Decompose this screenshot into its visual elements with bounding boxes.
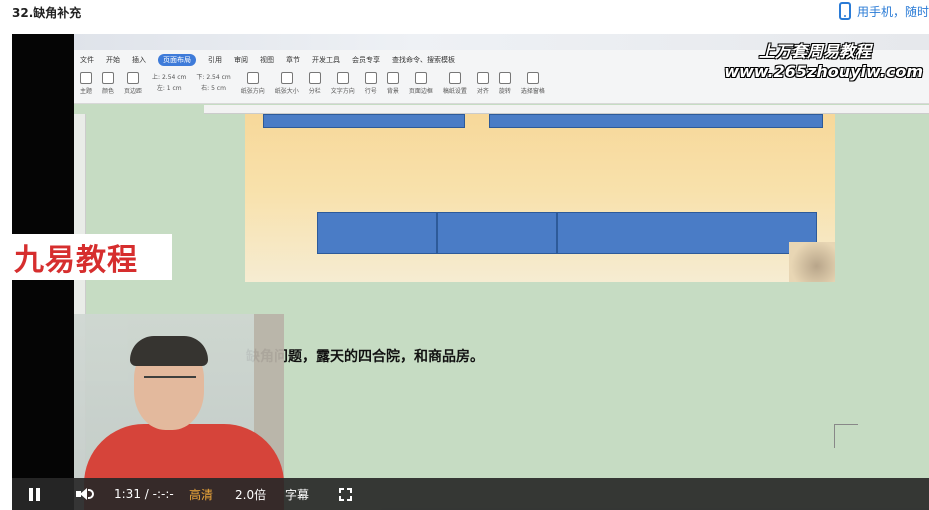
tool-columns: 分栏 — [308, 72, 321, 102]
tool-label: 旋转 — [498, 88, 511, 95]
tool-margin-values-2: 下: 2.54 cm 右: 5 cm — [196, 72, 230, 102]
tool-selection-pane: 选择窗格 — [521, 72, 545, 102]
subtitle-button[interactable]: 字幕 — [285, 478, 309, 510]
tool-size: 纸张大小 — [275, 72, 299, 102]
menu-section: 章节 — [286, 56, 300, 64]
logo-text: 九易教程 — [14, 243, 138, 278]
ribbon-menu: 文件 开始 插入 页面布局 引用 审阅 视图 章节 开发工具 会员专享 查找命令… — [80, 53, 455, 67]
menu-view: 视图 — [260, 56, 274, 64]
fullscreen-icon — [339, 487, 352, 501]
menu-references: 引用 — [208, 56, 222, 64]
tool-background: 背景 — [386, 72, 399, 102]
watermark-url: www.265zhouyiw.com — [724, 62, 923, 81]
speed-button[interactable]: 2.0倍 — [235, 478, 266, 510]
presenter-glasses — [144, 376, 196, 386]
menu-home: 开始 — [106, 56, 120, 64]
volume-button[interactable] — [76, 478, 94, 510]
line-number-icon — [364, 72, 377, 84]
orientation-icon — [246, 72, 259, 84]
tool-grid-paper: 稿纸设置 — [443, 72, 467, 102]
blue-block — [557, 212, 817, 254]
video-controls: 1:31 / -:-:- 高清 2.0倍 字幕 — [12, 478, 929, 510]
margin-left: 左: 1 cm — [156, 85, 182, 92]
grid-paper-icon — [448, 72, 461, 84]
text-direction-icon — [336, 72, 349, 84]
wps-ribbon: 文件 开始 插入 页面布局 引用 审阅 视图 章节 开发工具 会员专享 查找命令… — [74, 34, 929, 104]
tool-label: 对齐 — [476, 88, 489, 95]
ribbon-tools: 主题 颜色 页边距 上: 2.54 cm 左: 1 cm 下: 2.54 cm … — [80, 72, 545, 102]
background-icon — [386, 72, 399, 84]
tool-rotate: 旋转 — [498, 72, 511, 102]
columns-icon — [308, 72, 321, 84]
align-icon — [476, 72, 489, 84]
tool-label: 页边距 — [124, 88, 143, 95]
tool-orientation: 纸张方向 — [241, 72, 265, 102]
page-header: 32.缺角补充 用手机，随时 — [0, 0, 929, 34]
tool-label: 页面边框 — [408, 88, 433, 95]
tool-label: 纸张大小 — [274, 88, 299, 95]
watermark-title: 上万套周易教程 — [758, 42, 871, 61]
menu-insert: 插入 — [132, 56, 146, 64]
paper-size-icon — [280, 72, 293, 84]
blue-block — [317, 212, 437, 254]
menu-member: 会员专享 — [352, 56, 380, 64]
tool-label: 主题 — [80, 88, 93, 95]
tool-label: 颜色 — [102, 88, 115, 95]
logo-banner: 九易教程 — [12, 234, 172, 280]
menu-search: 查找命令、搜索模板 — [392, 56, 455, 64]
tool-margins: 页边距 — [124, 72, 142, 102]
menu-layout: 页面布局 — [158, 54, 196, 66]
tool-margin-values: 上: 2.54 cm 左: 1 cm — [152, 72, 186, 102]
tool-line-numbers: 行号 — [364, 72, 377, 102]
color-icon — [102, 72, 115, 84]
page-border-icon — [414, 72, 427, 84]
pause-button[interactable] — [29, 478, 40, 510]
tool-label: 文字方向 — [330, 88, 355, 95]
theme-icon — [80, 72, 92, 84]
tool-label: 行号 — [364, 88, 377, 95]
tool-text-direction: 文字方向 — [331, 72, 355, 102]
video-player[interactable]: 文件 开始 插入 页面布局 引用 审阅 视图 章节 开发工具 会员专享 查找命令… — [12, 34, 929, 510]
mobile-link-label: 用手机，随时 — [856, 4, 929, 19]
tool-label: 背景 — [386, 88, 399, 95]
quality-button[interactable]: 高清 — [189, 478, 213, 510]
menu-file: 文件 — [80, 56, 94, 64]
blue-block — [263, 114, 465, 128]
time-display: 1:31 / -:-:- — [114, 487, 174, 501]
document-image — [245, 114, 835, 282]
tool-label: 分栏 — [308, 88, 321, 95]
rotate-icon — [498, 72, 511, 84]
blue-block — [437, 212, 557, 254]
margin-bottom: 下: 2.54 cm — [196, 74, 231, 81]
decorative-figure — [789, 242, 835, 282]
mobile-link[interactable]: 用手机，随时 — [838, 2, 929, 20]
tool-theme: 主题 — [80, 72, 92, 102]
tool-align: 对齐 — [476, 72, 489, 102]
horizontal-ruler — [204, 105, 929, 114]
pause-icon — [29, 487, 40, 501]
tool-label: 纸张方向 — [240, 88, 265, 95]
menu-dev: 开发工具 — [312, 56, 340, 64]
blue-block — [489, 114, 823, 128]
tool-label: 选择窗格 — [520, 88, 545, 95]
phone-icon — [838, 2, 851, 20]
tool-label: 稿纸设置 — [442, 88, 467, 95]
menu-review: 审阅 — [234, 56, 248, 64]
selection-pane-icon — [526, 72, 539, 84]
tool-color: 颜色 — [102, 72, 114, 102]
page-corner-mark — [834, 424, 858, 448]
presenter-hair — [130, 336, 208, 366]
margin-right: 右: 5 cm — [201, 85, 226, 92]
margin-top: 上: 2.54 cm — [152, 74, 187, 81]
page-title: 32.缺角补充 — [12, 6, 82, 20]
margins-icon — [127, 72, 140, 84]
fullscreen-button[interactable] — [339, 478, 352, 510]
volume-icon — [76, 487, 94, 501]
tool-page-border: 页面边框 — [409, 72, 433, 102]
